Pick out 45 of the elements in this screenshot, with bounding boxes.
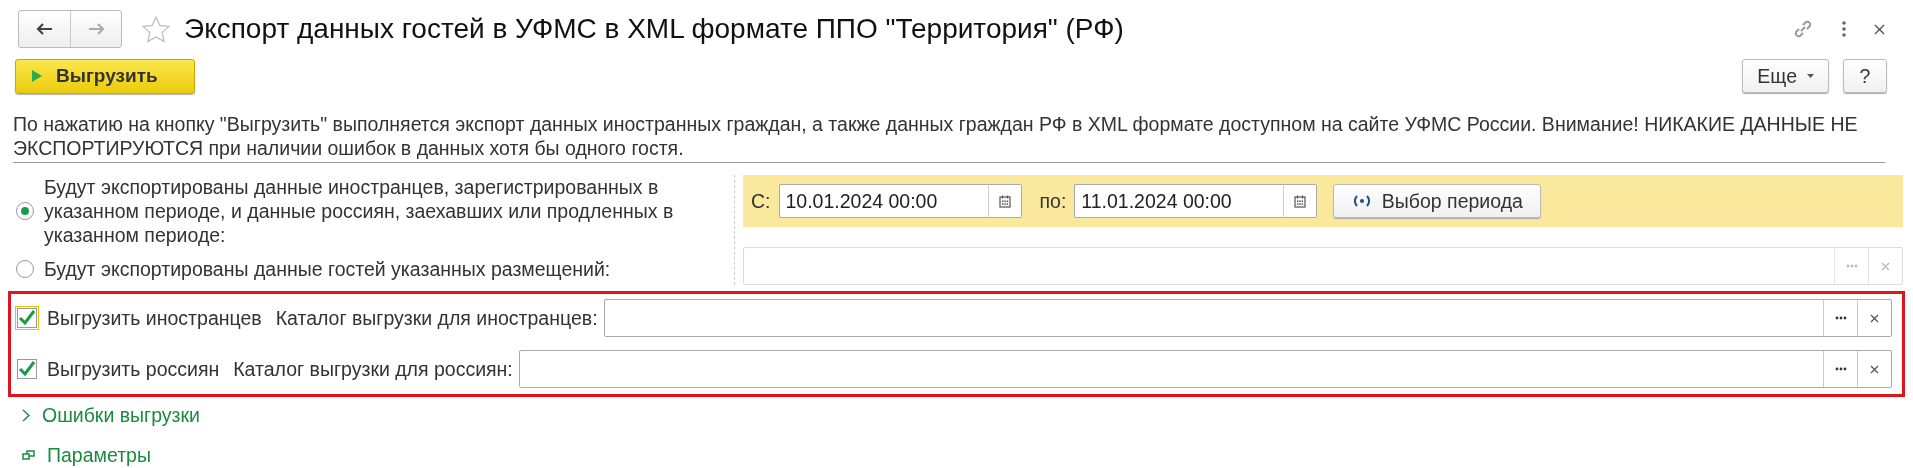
- close-icon[interactable]: [1874, 23, 1885, 35]
- link-icon[interactable]: [1792, 18, 1814, 40]
- calendar-button[interactable]: [987, 184, 1022, 218]
- section-link[interactable]: Ошибки выгрузки: [42, 403, 200, 427]
- export-button[interactable]: Выгрузить: [15, 58, 195, 94]
- checkbox-label[interactable]: Выгрузить россиян: [47, 357, 220, 381]
- period-icon: [1351, 195, 1372, 207]
- description-text: По нажатию на кнопку "Выгрузить" выполняется экспорт данных иностранных граждан, а также данных граждан РФ в XML формате доступном на сайте УФМС России. Внимание! НИКАКИЕ ДАННЫЕ НЕ ЭКСПОРТИРУЮТСЯ при наличии ошибок в данных хотя бы одного гостя.: [13, 112, 1885, 163]
- caret-icon: [1807, 74, 1814, 78]
- clear-icon: [1881, 261, 1890, 271]
- radio-button[interactable]: [16, 260, 34, 278]
- date-field[interactable]: 10.01.2024 00:00: [778, 184, 988, 218]
- clear-icon: [1870, 364, 1879, 374]
- clear-icon: [1870, 313, 1879, 323]
- folder-field[interactable]: [518, 350, 1892, 388]
- ellipsis-icon: [1834, 316, 1847, 320]
- ellipsis-icon: [1845, 264, 1858, 268]
- from-label: С:: [751, 189, 771, 213]
- more-options-icon[interactable]: [1842, 21, 1846, 37]
- period-button[interactable]: Выбор периода: [1333, 184, 1542, 218]
- radio-button[interactable]: [16, 202, 34, 220]
- play-icon: [32, 70, 42, 82]
- date-field[interactable]: 11.01.2024 00:00: [1074, 184, 1284, 218]
- folder-field[interactable]: [603, 299, 1892, 337]
- help-button[interactable]: ?: [1843, 59, 1887, 93]
- radio-label[interactable]: Будут экспортированы данные иностранцев, зарегистрированных в указанном периоде, и данные россиян, заехавших или продленных в указанном периоде:: [44, 175, 694, 247]
- section-link[interactable]: Параметры: [47, 443, 151, 467]
- calendar-icon: [1294, 194, 1307, 208]
- checkbox-label[interactable]: Выгрузить иностранцев: [47, 306, 262, 330]
- ellipsis-icon: [1834, 367, 1847, 371]
- calendar-icon: [998, 194, 1011, 208]
- back-arrow-icon: [35, 23, 54, 35]
- field-label: Каталог выгрузки для россиян:: [233, 357, 513, 381]
- checkmark-icon: [18, 361, 36, 377]
- to-label: по:: [1039, 189, 1067, 213]
- window-title: Экспорт данных гостей в УФМС в XML формате ППО "Территория" (РФ): [184, 13, 1124, 45]
- field-label: Каталог выгрузки для иностранцев:: [275, 306, 598, 330]
- checkbox[interactable]: [17, 359, 37, 379]
- more-button[interactable]: Еще: [1742, 59, 1829, 93]
- chevron-right-icon: [22, 408, 30, 422]
- radio-label[interactable]: Будут экспортированы данные гостей указанных размещений:: [44, 257, 694, 281]
- star-icon[interactable]: [142, 15, 170, 43]
- forward-arrow-icon: [87, 23, 105, 35]
- calendar-button[interactable]: [1283, 184, 1318, 218]
- group-icon: [22, 450, 35, 460]
